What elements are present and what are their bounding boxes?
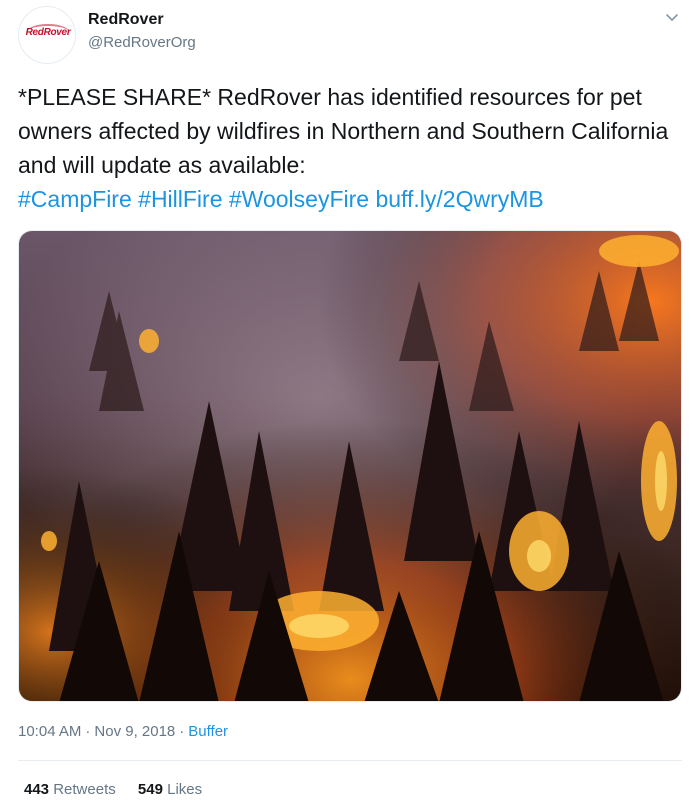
user-handle[interactable]: @RedRoverOrg [88, 32, 196, 54]
separator-dot: · [85, 723, 91, 740]
tweet-date[interactable]: Nov 9, 2018 [94, 723, 175, 740]
divider [18, 760, 682, 761]
retweets-stat[interactable]: 443 Retweets [24, 780, 116, 800]
tweet-source[interactable]: Buffer [188, 723, 228, 740]
tweet-time[interactable]: 10:04 AM [18, 723, 81, 740]
tweet-text: *PLEASE SHARE* RedRover has identified r… [18, 80, 682, 216]
likes-count: 549 [137, 781, 163, 798]
separator-dot: · [179, 723, 185, 740]
retweets-label: Retweets [53, 781, 116, 798]
retweets-count: 443 [24, 781, 50, 798]
hashtag-hillfire[interactable]: #HillFire [138, 186, 222, 212]
tweet-photo[interactable] [18, 230, 682, 702]
tweet-header: RedRover RedRover @RedRoverOrg [18, 6, 682, 64]
avatar[interactable]: RedRover [18, 6, 76, 64]
tweet-stats: 443 Retweets 549 Likes [24, 780, 220, 800]
likes-stat[interactable]: 549 Likes [138, 780, 202, 800]
hashtag-campfire[interactable]: #CampFire [18, 186, 132, 212]
tweet-meta: 10:04 AM · Nov 9, 2018 · Buffer [18, 722, 228, 742]
tweet-link[interactable]: buff.ly/2QwryMB [375, 186, 543, 212]
likes-label: Likes [167, 781, 203, 798]
display-name[interactable]: RedRover [88, 10, 196, 30]
redrover-logo: RedRover [21, 24, 75, 38]
user-names: RedRover @RedRoverOrg [88, 10, 196, 54]
chevron-down-icon[interactable] [662, 8, 682, 28]
hashtag-woolseyfire[interactable]: #WoolseyFire [229, 186, 369, 212]
tweet-text-body: *PLEASE SHARE* RedRover has identified r… [18, 84, 669, 178]
